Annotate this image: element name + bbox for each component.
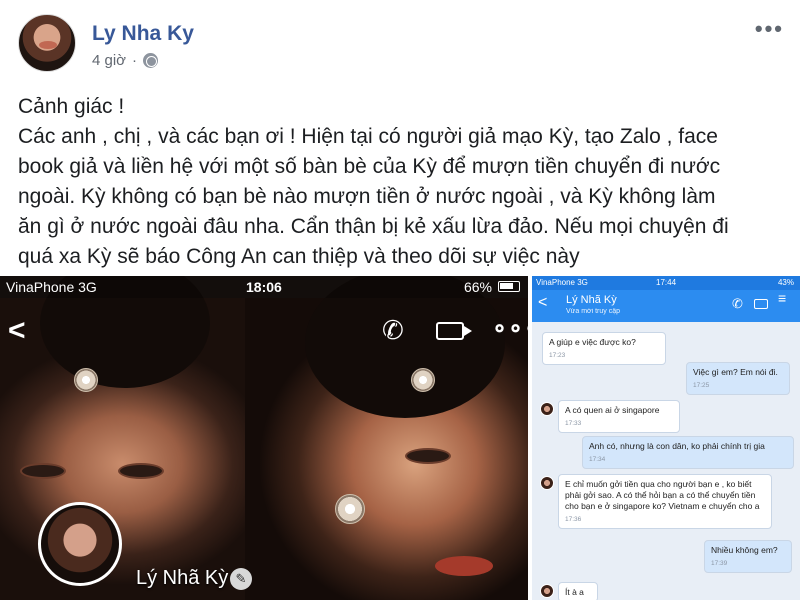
profile-screenshot-image[interactable]: VinaPhone 3G 18:06 66% < ✆ ∘∘∘ Lý Nhã Kỳ… xyxy=(0,276,528,600)
post-images: VinaPhone 3G 18:06 66% < ✆ ∘∘∘ Lý Nhã Kỳ… xyxy=(0,276,800,600)
clock: 18:06 xyxy=(246,279,282,295)
post-header: Ly Nha Ky 4 giờ · ••• xyxy=(0,0,800,86)
chat-menu-icon: ≡ xyxy=(778,290,787,306)
phone-status-bar: VinaPhone 3G 18:06 66% xyxy=(0,276,528,298)
chat-video-icon xyxy=(754,299,768,309)
post-time[interactable]: 4 giờ xyxy=(92,52,126,69)
battery-percent: 66% xyxy=(463,279,492,295)
video-call-icon xyxy=(436,322,472,340)
post-text-line: Cảnh giác ! xyxy=(18,95,125,118)
chat-battery: 43% xyxy=(777,278,794,287)
chat-message: Ít à a xyxy=(558,582,598,600)
profile-name: Lý Nhã Kỳ xyxy=(136,567,229,589)
chat-status-bar: VinaPhone 3G 17:44 43% xyxy=(532,276,800,290)
post-text-line: quá xa Kỳ sẽ báo Công An can thiệp và th… xyxy=(18,245,580,268)
more-dots-icon: ∘∘∘ xyxy=(492,315,528,342)
chat-message: A giúp e việc được ko? 17:23 xyxy=(542,332,666,365)
carrier-label: VinaPhone 3G xyxy=(6,279,97,295)
chat-contact-status: Vừa mới truy cập xyxy=(566,308,621,315)
chat-clock: 17:44 xyxy=(656,278,677,287)
chat-message: A có quen ai ở singapore 17:33 xyxy=(558,400,680,433)
back-icon: < xyxy=(8,314,26,347)
profile-avatar xyxy=(38,502,122,586)
globe-icon[interactable] xyxy=(143,53,159,68)
chat-screenshot-image[interactable]: VinaPhone 3G 17:44 43% < Lý Nhã Kỳ Vừa m… xyxy=(532,276,800,600)
edit-icon: ✎ xyxy=(230,568,252,590)
chat-carrier: VinaPhone 3G xyxy=(536,278,588,287)
chat-back-icon: < xyxy=(538,294,548,311)
chat-avatar xyxy=(540,476,554,490)
post-text-line: ăn gì ở nước ngoài đâu nha. Cẩn thận bị … xyxy=(18,215,729,238)
chat-message: Anh có, nhưng là con dân, ko phải chính … xyxy=(582,436,794,469)
post-text-line: ngoài. Kỳ không có bạn bè nào mượn tiền … xyxy=(18,185,716,208)
author-name[interactable]: Ly Nha Ky xyxy=(92,22,194,46)
chat-avatar xyxy=(540,402,554,416)
chat-message: Việc gì em? Em nói đi. 17:25 xyxy=(686,362,790,395)
chat-message: E chỉ muốn gởi tiền qua cho người bạn e … xyxy=(558,474,772,529)
chat-call-icon: ✆ xyxy=(732,296,743,311)
post-text-line: Các anh , chị , và các bạn ơi ! Hiện tại… xyxy=(18,125,718,148)
phone-call-icon: ✆ xyxy=(382,315,404,345)
author-avatar[interactable] xyxy=(18,14,76,72)
more-options-icon[interactable]: ••• xyxy=(755,16,784,42)
chat-contact-name: Lý Nhã Kỳ xyxy=(566,294,617,306)
profile-cover-photo-left xyxy=(0,276,245,600)
battery-icon xyxy=(498,281,520,292)
post-text: Cảnh giác ! Các anh , chị , và các bạn ơ… xyxy=(18,92,788,272)
chat-header: < Lý Nhã Kỳ Vừa mới truy cập ✆ ≡ xyxy=(532,290,800,322)
post-meta: 4 giờ · xyxy=(92,52,159,69)
post-text-line: book giả và liền hệ với một số bàn bè củ… xyxy=(18,155,721,178)
chat-avatar xyxy=(540,584,554,598)
chat-message: Nhiều không em? 17:39 xyxy=(704,540,792,573)
